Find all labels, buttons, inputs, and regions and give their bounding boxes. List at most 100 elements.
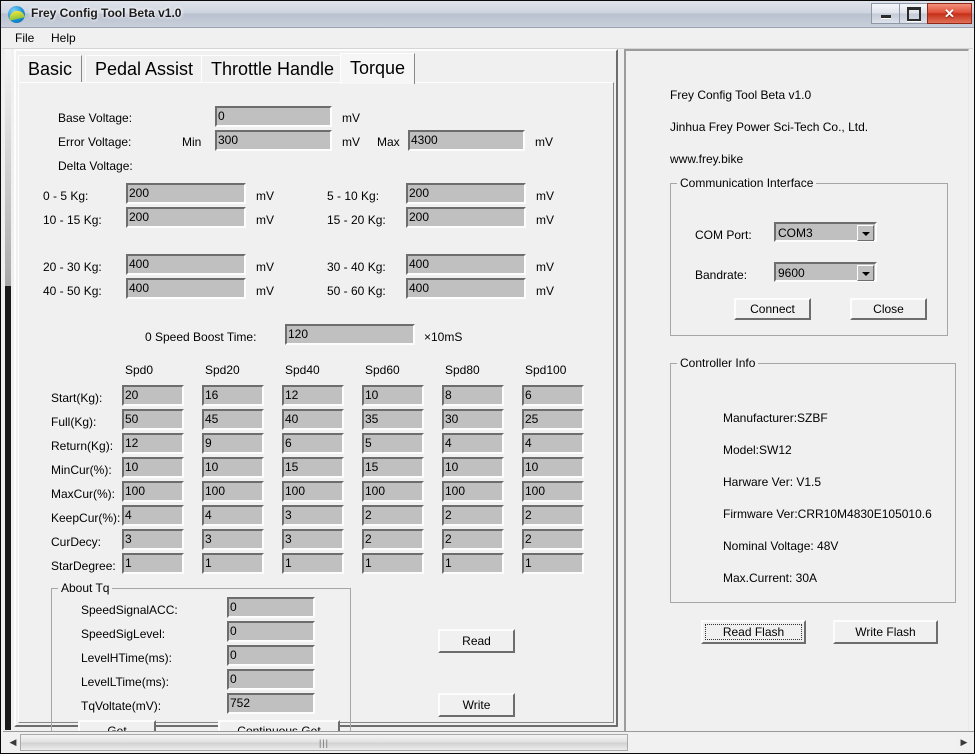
delta-row-0-left-input[interactable]: 200 [126, 183, 246, 204]
horizontal-scrollbar[interactable]: ◀ ||| ▶ [3, 731, 974, 752]
write-flash-button[interactable]: Write Flash [833, 620, 938, 644]
grid-cell-6-0[interactable]: 3 [122, 529, 184, 550]
read-button[interactable]: Read [438, 629, 515, 653]
grid-cell-6-3[interactable]: 2 [362, 529, 424, 550]
tab-throttle-handle[interactable]: Throttle Handle [201, 55, 344, 83]
tab-torque[interactable]: Torque [340, 53, 415, 84]
grid-cell-1-2[interactable]: 40 [282, 409, 344, 430]
delta-row-0-right-label: 5 - 10 Kg: [327, 189, 379, 203]
grid-cell-0-1[interactable]: 16 [202, 385, 264, 406]
error-voltage-min-input[interactable]: 300 [215, 130, 332, 151]
grid-cell-0-4[interactable]: 8 [442, 385, 504, 406]
base-voltage-input[interactable]: 0 [215, 106, 332, 127]
grid-cell-4-1[interactable]: 100 [202, 481, 264, 502]
grid-cell-0-2[interactable]: 12 [282, 385, 344, 406]
grid-cell-7-2[interactable]: 1 [282, 553, 344, 574]
tab-pedal-assist[interactable]: Pedal Assist [85, 55, 203, 83]
grid-cell-4-4[interactable]: 100 [442, 481, 504, 502]
grid-cell-7-0[interactable]: 1 [122, 553, 184, 574]
grid-cell-2-2[interactable]: 6 [282, 433, 344, 454]
grid-cell-2-5[interactable]: 4 [522, 433, 584, 454]
grid-cell-7-5[interactable]: 1 [522, 553, 584, 574]
grid-cell-3-1[interactable]: 10 [202, 457, 264, 478]
close-button[interactable]: ✕ [927, 3, 972, 24]
grid-cell-3-4[interactable]: 10 [442, 457, 504, 478]
read-flash-button[interactable]: Read Flash [701, 620, 806, 644]
grid-cell-5-5[interactable]: 2 [522, 505, 584, 526]
grid-cell-5-2[interactable]: 3 [282, 505, 344, 526]
vertical-scrollbar-thumb[interactable] [5, 49, 11, 286]
speed-sig-level-input[interactable]: 0 [227, 621, 315, 642]
level-h-time-input[interactable]: 0 [227, 645, 315, 666]
grid-cell-2-4[interactable]: 4 [442, 433, 504, 454]
tab-basic[interactable]: Basic [18, 55, 82, 83]
delta-row-3-right-input[interactable]: 400 [406, 278, 526, 299]
delta-row-2-left-input[interactable]: 400 [126, 254, 246, 275]
grid-cell-4-3[interactable]: 100 [362, 481, 424, 502]
chevron-down-icon[interactable] [857, 225, 874, 241]
grid-cell-1-1[interactable]: 45 [202, 409, 264, 430]
grid-cell-1-5[interactable]: 25 [522, 409, 584, 430]
info-line-1: Jinhua Frey Power Sci-Tech Co., Ltd. [670, 120, 868, 134]
grid-cell-0-3[interactable]: 10 [362, 385, 424, 406]
grid-cell-7-3[interactable]: 1 [362, 553, 424, 574]
delta-row-0-right-input[interactable]: 200 [406, 183, 526, 204]
grid-cell-4-5[interactable]: 100 [522, 481, 584, 502]
write-button[interactable]: Write [438, 693, 515, 717]
com-port-select[interactable]: COM3 [774, 222, 877, 242]
delta-row-1-right-input[interactable]: 200 [406, 207, 526, 228]
grid-cell-4-2[interactable]: 100 [282, 481, 344, 502]
delta-row-1-left-input[interactable]: 200 [126, 207, 246, 228]
scroll-left-arrow-icon[interactable]: ◀ [5, 734, 21, 751]
grid-col-header-4: Spd80 [445, 363, 480, 377]
grid-cell-2-0[interactable]: 12 [122, 433, 184, 454]
tq-voltate-input[interactable]: 752 [227, 693, 315, 714]
chevron-down-icon[interactable] [857, 265, 874, 281]
bandrate-select[interactable]: 9600 [774, 262, 877, 282]
minimize-icon [881, 15, 891, 18]
grid-row-label-2: Return(Kg): [51, 439, 113, 453]
grid-cell-3-3[interactable]: 15 [362, 457, 424, 478]
horizontal-scrollbar-track[interactable]: ||| [20, 734, 957, 751]
close-icon: ✕ [944, 7, 955, 20]
speed-signal-acc-label: SpeedSignalACC: [81, 603, 178, 617]
grid-cell-2-1[interactable]: 9 [202, 433, 264, 454]
horizontal-scrollbar-thumb[interactable]: ||| [20, 734, 628, 751]
menu-item-file[interactable]: File [8, 30, 41, 48]
menu-item-help[interactable]: Help [44, 30, 83, 48]
grid-cell-4-0[interactable]: 100 [122, 481, 184, 502]
maximize-button[interactable] [899, 3, 928, 24]
grid-cell-6-5[interactable]: 2 [522, 529, 584, 550]
error-voltage-label: Error Voltage: [58, 135, 131, 149]
grid-cell-0-5[interactable]: 6 [522, 385, 584, 406]
delta-row-2-right-input[interactable]: 400 [406, 254, 526, 275]
grid-cell-6-2[interactable]: 3 [282, 529, 344, 550]
tab-content-torque: Base Voltage: 0 mV Error Voltage: Min 30… [18, 82, 614, 723]
grid-cell-5-3[interactable]: 2 [362, 505, 424, 526]
delta-row-3-left-label: 40 - 50 Kg: [43, 284, 102, 298]
grid-cell-3-5[interactable]: 10 [522, 457, 584, 478]
grid-cell-1-0[interactable]: 50 [122, 409, 184, 430]
grid-cell-2-3[interactable]: 5 [362, 433, 424, 454]
error-voltage-max-input[interactable]: 4300 [408, 130, 525, 151]
level-l-time-input[interactable]: 0 [227, 669, 315, 690]
grid-cell-5-4[interactable]: 2 [442, 505, 504, 526]
grid-cell-0-0[interactable]: 20 [122, 385, 184, 406]
boost-time-input[interactable]: 120 [285, 324, 415, 345]
grid-cell-1-3[interactable]: 35 [362, 409, 424, 430]
grid-cell-5-0[interactable]: 4 [122, 505, 184, 526]
grid-cell-6-1[interactable]: 3 [202, 529, 264, 550]
grid-cell-5-1[interactable]: 4 [202, 505, 264, 526]
connect-button[interactable]: Connect [734, 298, 811, 320]
speed-signal-acc-input[interactable]: 0 [227, 597, 315, 618]
minimize-button[interactable] [871, 3, 900, 24]
grid-cell-3-2[interactable]: 15 [282, 457, 344, 478]
grid-cell-3-0[interactable]: 10 [122, 457, 184, 478]
delta-row-3-left-input[interactable]: 400 [126, 278, 246, 299]
grid-cell-1-4[interactable]: 30 [442, 409, 504, 430]
close-connection-button[interactable]: Close [850, 298, 927, 320]
grid-cell-6-4[interactable]: 2 [442, 529, 504, 550]
scroll-right-arrow-icon[interactable]: ▶ [956, 734, 972, 751]
grid-cell-7-4[interactable]: 1 [442, 553, 504, 574]
grid-cell-7-1[interactable]: 1 [202, 553, 264, 574]
